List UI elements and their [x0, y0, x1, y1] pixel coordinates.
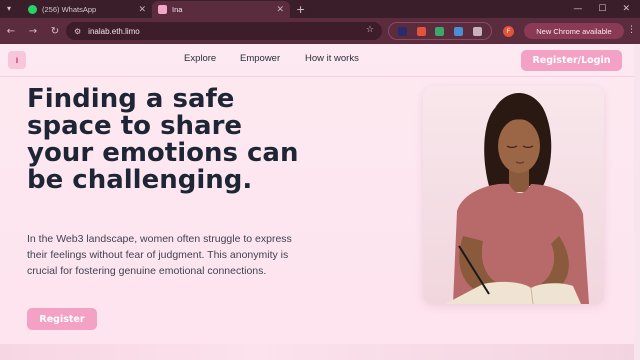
back-icon[interactable]: ←: [0, 26, 22, 37]
tab-whatsapp[interactable]: (256) WhatsApp ✕: [22, 1, 152, 18]
minimize-icon[interactable]: —: [573, 4, 582, 14]
close-icon[interactable]: ✕: [276, 4, 284, 15]
web-page: ı Explore Empower How it works Register/…: [0, 44, 640, 360]
extension-icon[interactable]: [454, 26, 464, 36]
new-tab-icon[interactable]: +: [296, 1, 305, 18]
url-text: inalab.eth.limo: [88, 26, 140, 36]
hero-headline: Finding a safe space to share your emoti…: [27, 84, 299, 195]
woman-writing-illustration: [423, 86, 604, 304]
header-divider: [0, 76, 640, 77]
window-controls: — ☐ ✕: [573, 0, 640, 18]
extension-icon[interactable]: [435, 26, 445, 36]
tab-title: Ina: [172, 5, 183, 14]
extension-icon[interactable]: [397, 26, 407, 36]
site-info-icon[interactable]: ⚙: [74, 27, 81, 36]
nav-empower[interactable]: Empower: [240, 53, 280, 64]
chrome-update-button[interactable]: New Chrome available: [524, 23, 624, 39]
maximize-icon[interactable]: ☐: [598, 4, 606, 14]
address-bar[interactable]: ⚙ inalab.eth.limo ☆: [66, 22, 382, 40]
hero-description: In the Web3 landscape, women often strug…: [27, 233, 292, 277]
hero-image-woman-writing: [423, 86, 604, 304]
tab-title: (256) WhatsApp: [42, 5, 97, 14]
site-header: ı Explore Empower How it works Register/…: [0, 44, 640, 76]
browser-tabstrip: ▾ (256) WhatsApp ✕ Ina ✕ + — ☐ ✕: [0, 0, 640, 18]
forward-icon[interactable]: →: [22, 26, 44, 37]
bookmark-star-icon[interactable]: ☆: [366, 25, 374, 35]
reload-icon[interactable]: ↻: [44, 26, 66, 37]
extension-puzzle-icon[interactable]: [473, 26, 483, 36]
register-login-button[interactable]: Register/Login: [521, 50, 622, 71]
close-window-icon[interactable]: ✕: [622, 4, 630, 14]
nav-explore[interactable]: Explore: [184, 53, 216, 64]
tab-search-icon[interactable]: ▾: [7, 4, 11, 13]
page-scrollbar[interactable]: [634, 44, 640, 360]
next-section-preview: [0, 344, 640, 360]
whatsapp-icon: [28, 5, 37, 14]
extension-icon[interactable]: [416, 26, 426, 36]
menu-kebab-icon[interactable]: ⋮: [627, 25, 636, 35]
tab-ina[interactable]: Ina ✕: [152, 1, 290, 18]
profile-avatar[interactable]: F: [503, 26, 514, 37]
register-button[interactable]: Register: [27, 308, 97, 330]
browser-toolbar: ← → ↻ ⚙ inalab.eth.limo ☆ F New Chrome a…: [0, 18, 640, 44]
close-icon[interactable]: ✕: [138, 4, 146, 15]
extensions-group: [388, 22, 492, 40]
nav-how-it-works[interactable]: How it works: [305, 53, 359, 64]
ina-favicon: [158, 5, 167, 14]
ina-logo[interactable]: ı: [8, 51, 26, 69]
